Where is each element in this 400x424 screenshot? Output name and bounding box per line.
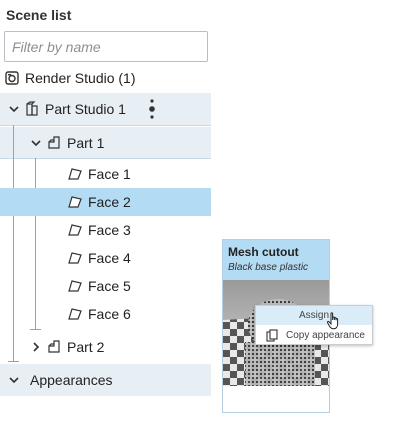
appearance-subtitle: Black base plastic (228, 262, 309, 273)
scene-list-heading: Scene list (6, 7, 72, 23)
assign-label: Assign (298, 310, 329, 321)
face-label: Face 2 (88, 194, 131, 210)
context-menu: Assign Copy appearance (255, 305, 373, 345)
row-divider (0, 158, 211, 159)
face-label: Face 1 (88, 166, 131, 182)
render-studio-row[interactable]: Render Studio (1) (5, 66, 216, 90)
face-icon (68, 308, 82, 320)
face-icon (68, 224, 82, 236)
copy-appearance-menu-item[interactable]: Copy appearance (256, 326, 372, 345)
chevron-right-icon[interactable] (30, 341, 42, 353)
render-studio-label: Render Studio (1) (25, 70, 136, 86)
filter-input[interactable] (4, 31, 208, 62)
face-label: Face 6 (88, 306, 131, 322)
part1-label: Part 1 (67, 134, 105, 151)
copy-icon (266, 329, 278, 342)
copy-appearance-label: Copy appearance (286, 330, 365, 341)
part-studio-icon (26, 101, 38, 116)
part-icon (48, 135, 60, 149)
face-icon (68, 280, 82, 292)
face-icon (68, 252, 82, 264)
face-icon (68, 196, 82, 208)
part-icon (48, 340, 60, 353)
tree-guide-line (30, 329, 41, 330)
part2-row[interactable]: Part 2 (0, 332, 211, 362)
appearances-label: Appearances (30, 372, 113, 388)
face-row-selected[interactable]: Face 2 (0, 188, 211, 216)
face-label: Face 4 (88, 250, 131, 266)
face-row[interactable]: Face 4 (0, 244, 211, 272)
assign-menu-item[interactable]: Assign (256, 306, 372, 325)
hand-cursor-icon (326, 312, 339, 330)
face-label: Face 5 (88, 278, 131, 294)
face-row[interactable]: Face 3 (0, 216, 211, 244)
appearance-title: Mesh cutout (228, 245, 299, 259)
part2-label: Part 2 (67, 339, 105, 355)
more-options-icon[interactable] (148, 96, 156, 122)
appearance-card-header: Mesh cutout Black base plastic (223, 240, 329, 280)
chevron-down-icon[interactable] (30, 137, 42, 149)
face-row[interactable]: Face 6 (0, 300, 211, 328)
part-studio-row[interactable]: Part Studio 1 (0, 93, 211, 125)
render-studio-icon (5, 71, 19, 85)
face-row[interactable]: Face 5 (0, 272, 211, 300)
part-studio-label: Part Studio 1 (45, 101, 126, 117)
face-label: Face 3 (88, 222, 131, 238)
row-divider (0, 125, 211, 126)
part1-row[interactable]: Part 1 (0, 127, 211, 158)
chevron-down-icon[interactable] (8, 374, 20, 386)
face-row[interactable]: Face 1 (0, 160, 211, 188)
face-icon (68, 168, 82, 180)
appearances-row[interactable]: Appearances (0, 364, 211, 396)
chevron-down-icon[interactable] (8, 103, 20, 115)
